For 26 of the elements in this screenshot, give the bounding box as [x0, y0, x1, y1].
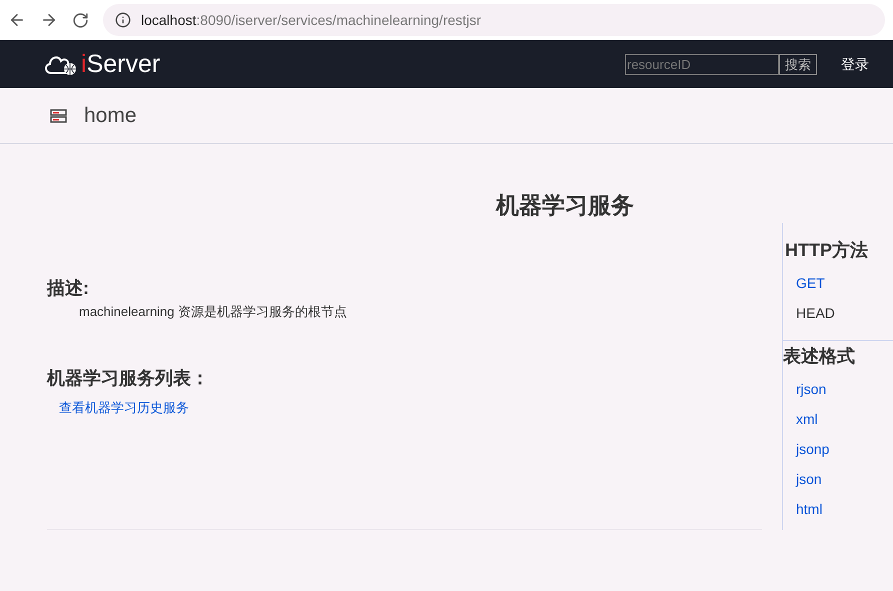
login-link[interactable]: 登录: [841, 54, 869, 74]
description-heading: 描述:: [47, 276, 90, 300]
url-text: localhost:8090/iserver/services/machinelearning/restjsr: [141, 10, 482, 30]
back-icon[interactable]: [8, 11, 26, 29]
methods-heading: HTTP方法: [784, 238, 869, 262]
format-link[interactable]: html: [783, 498, 893, 520]
format-link[interactable]: json: [783, 468, 893, 490]
service-link[interactable]: 查看机器学习历史服务: [47, 398, 762, 418]
format-link[interactable]: rjson: [783, 378, 893, 400]
logo-text: iServer: [81, 52, 160, 76]
description-text: machinelearning 资源是机器学习服务的根节点: [78, 302, 348, 321]
server-icon: [50, 108, 67, 122]
address-bar[interactable]: localhost:8090/iserver/services/machinelearning/restjsr: [103, 4, 885, 36]
forward-icon[interactable]: [40, 11, 58, 29]
breadcrumb-link[interactable]: home: [84, 100, 137, 132]
method-link[interactable]: GET: [783, 272, 893, 294]
service-list-heading: 机器学习服务列表：: [47, 367, 210, 390]
info-icon[interactable]: [115, 12, 131, 28]
reload-icon[interactable]: [72, 12, 89, 28]
resource-id-field[interactable]: resourceID: [625, 54, 779, 74]
format-link[interactable]: jsonp: [783, 438, 893, 460]
page-title: 机器学习服务: [494, 191, 635, 220]
search-button[interactable]: 搜索: [779, 54, 817, 74]
formats-heading: 表述格式: [783, 344, 856, 368]
method-label: HEAD: [795, 304, 836, 322]
format-link[interactable]: xml: [783, 408, 893, 430]
